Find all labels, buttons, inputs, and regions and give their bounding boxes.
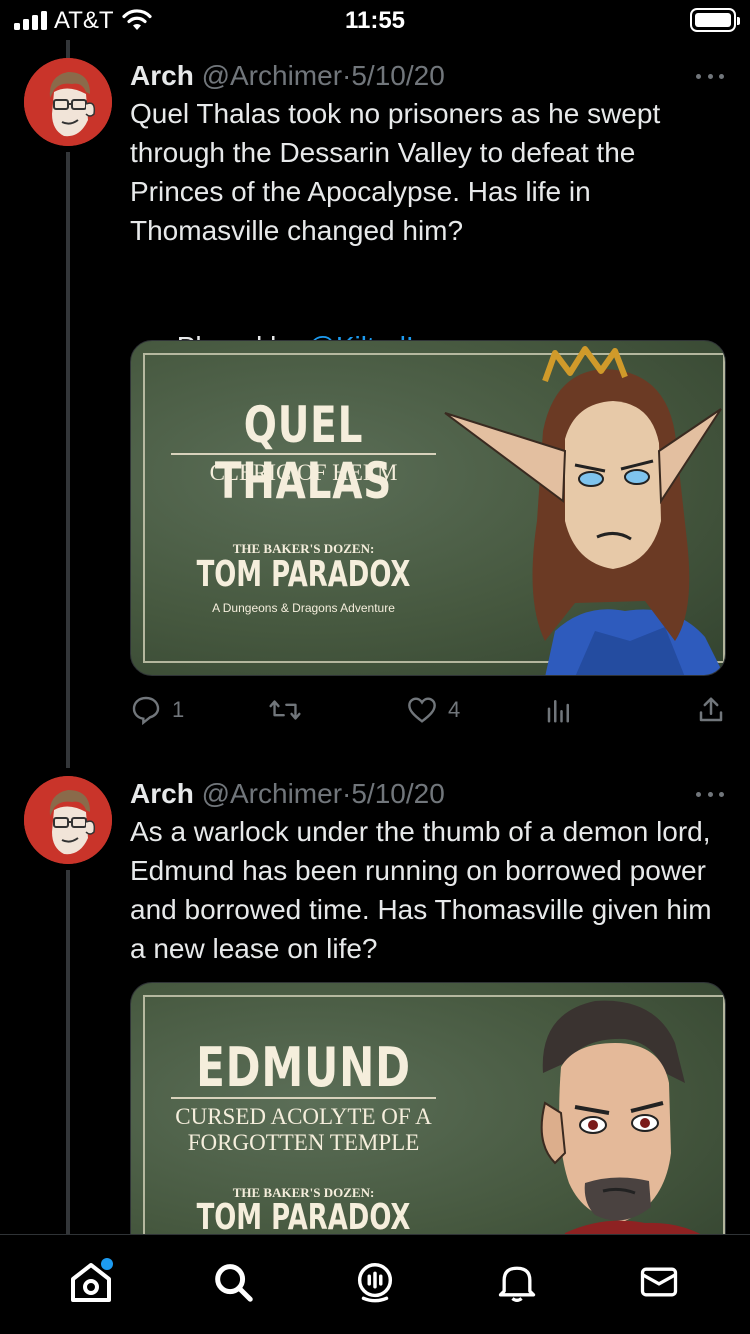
avatar[interactable] [24, 58, 112, 146]
card-subtitle-line1: CURSED ACOLYTE OF A [175, 1104, 432, 1129]
tweet[interactable]: Arch @Archimer·5/10/20 As a warlock unde… [0, 776, 750, 1282]
clock: 11:55 [344, 7, 406, 34]
nav-spaces[interactable] [345, 1252, 405, 1312]
separator: · [342, 60, 352, 91]
share-icon [699, 697, 723, 722]
tweet-text: As a warlock under the thumb of a demon … [130, 816, 720, 964]
avatar[interactable] [24, 776, 112, 864]
card-title: EDMUND [196, 1036, 411, 1099]
nav-messages[interactable] [629, 1252, 689, 1312]
heart-icon [408, 697, 436, 723]
like-count: 4 [448, 697, 461, 722]
analytics-button[interactable] [544, 695, 692, 725]
search-icon [215, 1263, 253, 1302]
card-series-title: TOM PARADOX [196, 1197, 411, 1238]
author-name[interactable]: Arch [130, 778, 194, 809]
like-button[interactable]: 4 [406, 694, 544, 726]
tweet-text: Quel Thalas took no prisoners as he swep… [130, 98, 669, 246]
share-button[interactable] [696, 695, 726, 725]
more-options-icon[interactable] [694, 776, 726, 812]
avatar-illustration [24, 776, 112, 864]
character-portrait [444, 346, 724, 675]
retweet-icon [269, 700, 301, 720]
card-rule [171, 453, 436, 455]
mail-icon [640, 1267, 678, 1296]
spaces-icon [357, 1262, 393, 1302]
author-name[interactable]: Arch [130, 60, 194, 91]
more-options-icon[interactable] [694, 58, 726, 94]
reply-button[interactable]: 1 [130, 694, 268, 726]
media-card[interactable]: QUEL THALAS CLERIC OF HELM THE BAKER'S D… [130, 340, 726, 676]
tweet-header: Arch @Archimer·5/10/20 [130, 58, 726, 94]
bell-icon [498, 1266, 536, 1302]
reply-count: 1 [172, 697, 185, 722]
nav-home[interactable] [61, 1252, 121, 1312]
card-series-title: TOM PARADOX [196, 554, 411, 595]
card-rule [171, 1097, 436, 1099]
analytics-icon [547, 700, 569, 723]
nav-notifications[interactable] [487, 1252, 547, 1312]
status-bar: AT&T 11:55 [0, 0, 750, 40]
separator: · [342, 778, 352, 809]
retweet-button[interactable] [268, 694, 406, 726]
bottom-nav [0, 1234, 750, 1334]
tweet-date[interactable]: 5/10/20 [351, 60, 444, 91]
battery-icon [690, 8, 740, 32]
avatar-illustration [24, 58, 112, 146]
tweet[interactable]: Arch @Archimer·5/10/20 Quel Thalas took … [0, 58, 750, 758]
author-handle[interactable]: @Archimer [202, 60, 342, 91]
reply-icon [132, 696, 160, 726]
card-subtitle-line2: FORGOTTEN TEMPLE [187, 1130, 420, 1155]
nav-search[interactable] [203, 1252, 263, 1312]
tweet-header: Arch @Archimer·5/10/20 [130, 776, 726, 812]
tweet-date[interactable]: 5/10/20 [351, 778, 444, 809]
author-handle[interactable]: @Archimer [202, 778, 342, 809]
tweet-actions: 1 4 [130, 690, 726, 730]
thread-line [66, 40, 70, 58]
home-notification-dot [101, 1257, 113, 1270]
